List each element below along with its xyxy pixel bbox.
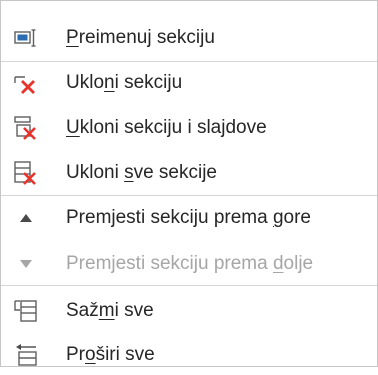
menu-item-remove-all-sections[interactable]: Ukloni sve sekcije xyxy=(1,153,377,193)
menu-separator xyxy=(1,195,377,196)
expand-all-icon xyxy=(13,342,39,368)
menu-item-move-section-up[interactable]: Premjesti sekciju prema gore xyxy=(1,198,377,238)
menu-separator xyxy=(1,61,377,62)
menu-item-remove-section[interactable]: Ukloni sekciju xyxy=(1,63,377,103)
rename-section-icon xyxy=(13,25,39,51)
menu-item-rename-section[interactable]: Preimenuj sekciju xyxy=(1,18,377,58)
remove-all-sections-icon xyxy=(13,160,39,186)
menu-item-remove-section-and-slides[interactable]: Ukloni sekciju i slajdove xyxy=(1,108,377,148)
section-context-menu: Preimenuj sekciju Ukloni sekciju Ukloni … xyxy=(0,0,378,367)
menu-item-label: Premjesti sekciju prema gore xyxy=(66,207,311,228)
menu-item-expand-all[interactable]: Proširi sve xyxy=(1,335,377,375)
menu-item-label: Sažmi sve xyxy=(66,300,154,321)
menu-item-label: Ukloni sekciju xyxy=(66,72,183,93)
menu-item-label: Premjesti sekciju prema dolje xyxy=(66,253,314,274)
remove-section-icon xyxy=(13,70,39,96)
menu-item-move-section-down: Premjesti sekciju prema dolje xyxy=(1,244,377,284)
menu-item-label: Preimenuj sekciju xyxy=(66,27,215,48)
remove-section-and-slides-icon xyxy=(13,115,39,141)
menu-item-label: Proširi sve xyxy=(66,344,155,365)
menu-item-label: Ukloni sekciju i slajdove xyxy=(66,117,267,138)
menu-separator xyxy=(1,285,377,286)
menu-item-label: Ukloni sve sekcije xyxy=(66,162,217,183)
menu-item-collapse-all[interactable]: Sažmi sve xyxy=(1,291,377,331)
collapse-all-icon xyxy=(13,298,39,324)
move-down-icon xyxy=(13,251,39,277)
move-up-icon xyxy=(13,205,39,231)
